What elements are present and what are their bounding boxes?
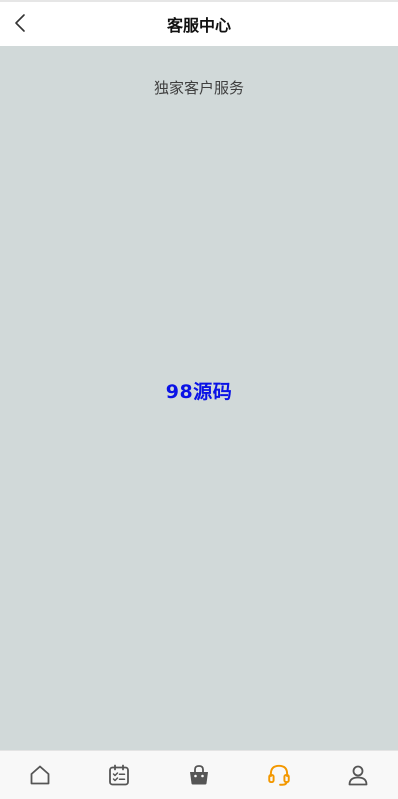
tab-shop[interactable]: [159, 751, 239, 799]
service-content: 独家客户服务 98源码: [0, 46, 398, 750]
back-button[interactable]: [8, 8, 32, 38]
tab-profile[interactable]: [318, 751, 398, 799]
chevron-left-icon: [15, 14, 25, 32]
nav-header: 客服中心: [0, 2, 398, 46]
watermark-text: 98源码: [165, 381, 233, 403]
tab-orders[interactable]: [80, 751, 160, 799]
home-icon: [30, 765, 50, 785]
calendar-checklist-icon: [109, 764, 130, 786]
headset-icon: [267, 764, 290, 786]
tab-home[interactable]: [0, 751, 80, 799]
page-title: 客服中心: [166, 16, 231, 35]
user-icon: [348, 765, 368, 786]
bottom-tab-bar: [0, 750, 398, 799]
subtitle: 独家客户服务: [153, 79, 244, 97]
tab-customer-service[interactable]: [239, 751, 319, 799]
shopping-bag-icon: [189, 765, 208, 785]
